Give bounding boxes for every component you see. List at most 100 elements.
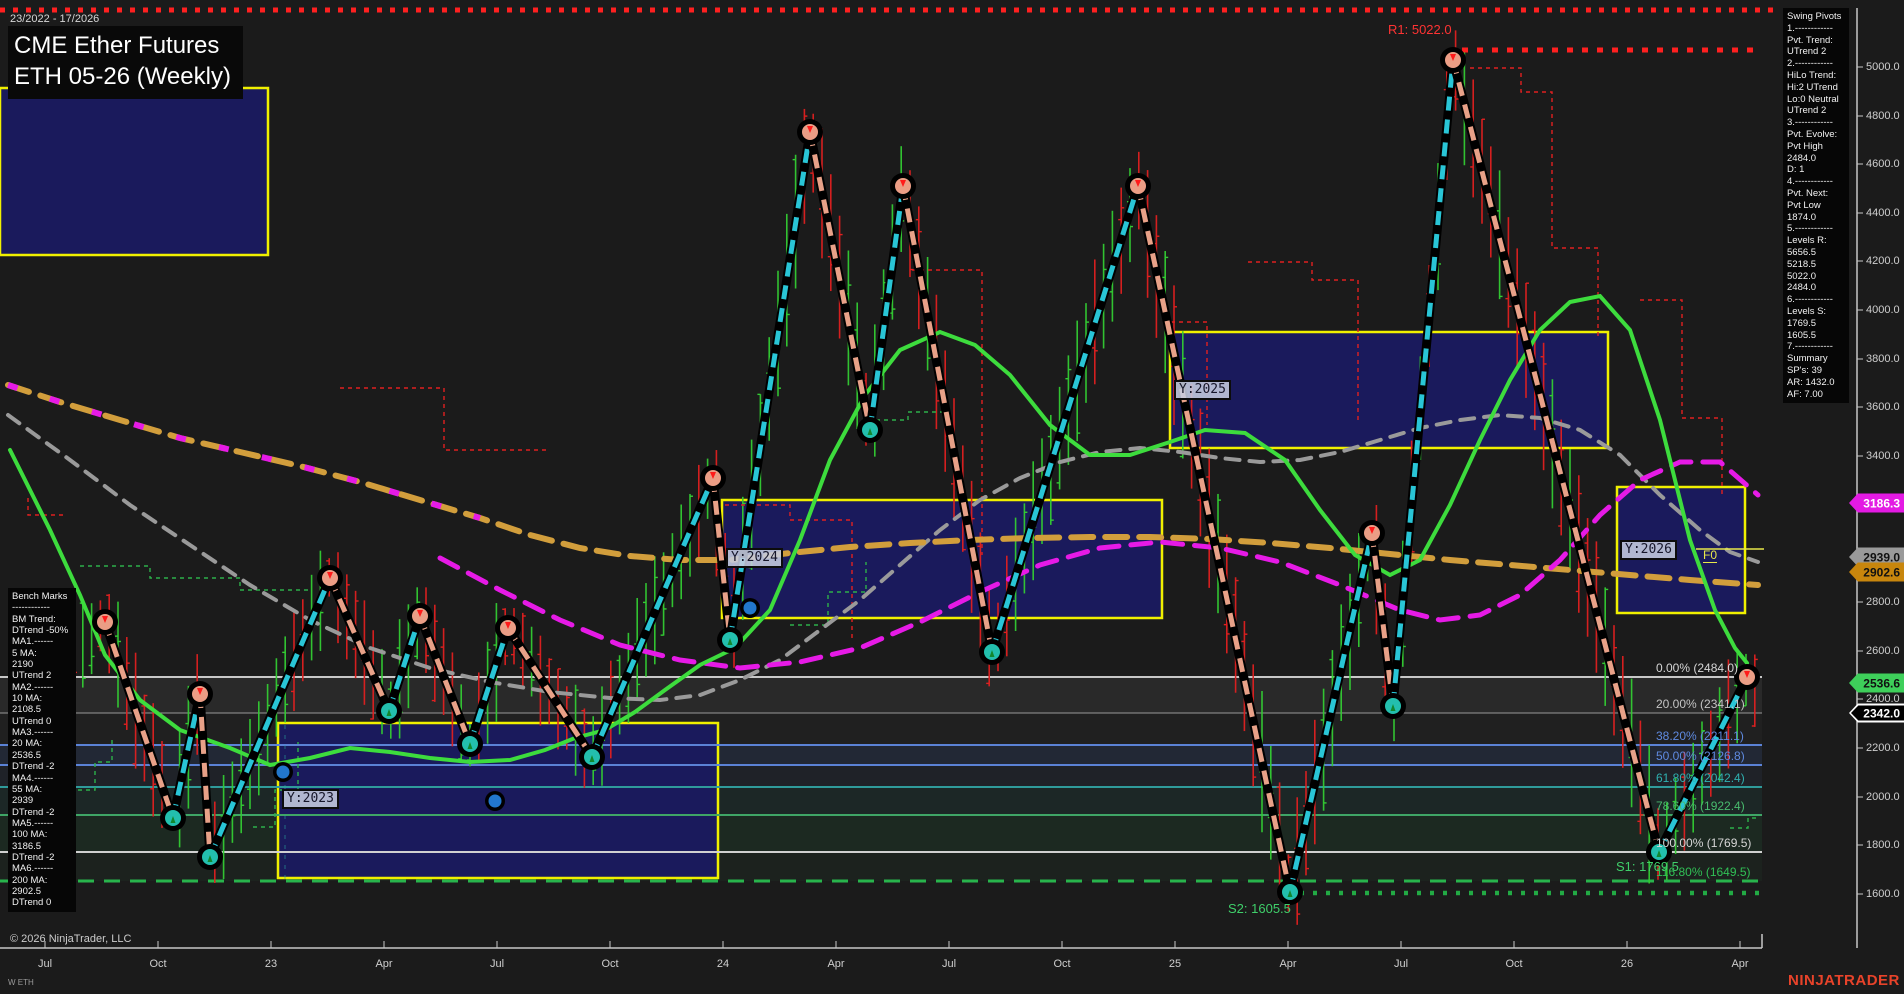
- year-box-label[interactable]: Y:2023: [282, 789, 339, 809]
- x-axis-label[interactable]: Apr: [375, 958, 392, 970]
- stop-step-line-green: [868, 412, 942, 420]
- y-axis-label[interactable]: 4000.0: [1866, 304, 1900, 316]
- bench-marks-line: 5 MA:: [12, 648, 72, 659]
- bench-marks-line: 20 MA:: [12, 738, 72, 749]
- y-axis-label[interactable]: 2200.0: [1866, 742, 1900, 754]
- bench-marks-line: DTrend -2: [12, 852, 72, 863]
- swing-pivots-line: D: 1: [1787, 164, 1845, 176]
- y-axis-label[interactable]: 4800.0: [1866, 110, 1900, 122]
- bench-marks-line: DTrend -2: [12, 807, 72, 818]
- year-box-label[interactable]: Y:2024: [726, 548, 783, 568]
- bench-marks-line: 200 MA:: [12, 875, 72, 886]
- y-axis-label[interactable]: 3400.0: [1866, 450, 1900, 462]
- swing-pivots-line: Pvt High: [1787, 141, 1845, 153]
- y-axis-label[interactable]: 2400.0: [1866, 693, 1900, 705]
- price-chart-canvas[interactable]: [0, 0, 1904, 994]
- y-axis-label[interactable]: 3600.0: [1866, 401, 1900, 413]
- swing-pivots-line: HiLo Trend:: [1787, 70, 1845, 82]
- x-axis-label[interactable]: Oct: [1505, 958, 1522, 970]
- bench-marks-line: MA5.------: [12, 818, 72, 829]
- year-range-box[interactable]: [0, 88, 268, 255]
- year-box-label[interactable]: Y:2025: [1174, 380, 1231, 400]
- year-box-label[interactable]: Y:2026: [1620, 540, 1677, 560]
- y-axis-label[interactable]: 4400.0: [1866, 207, 1900, 219]
- swing-pivots-line: 1605.5: [1787, 330, 1845, 342]
- s2-support-label: S2: 1605.5: [1228, 901, 1291, 916]
- x-axis-label[interactable]: 26: [1621, 958, 1633, 970]
- x-axis-label[interactable]: Oct: [601, 958, 618, 970]
- fib-band: [0, 765, 1762, 787]
- swing-pivots-line: Levels R:: [1787, 235, 1845, 247]
- swing-pivots-line: Pvt. Evolve:: [1787, 129, 1845, 141]
- y-axis-label[interactable]: 3800.0: [1866, 353, 1900, 365]
- price-badge-value: 3186.3: [1849, 494, 1904, 513]
- fib-level-label: 38.20% (2211.1): [1656, 729, 1744, 743]
- x-axis-label[interactable]: Jul: [1394, 958, 1408, 970]
- swing-pivots-line: Hi:2 UTrend: [1787, 82, 1845, 94]
- year-range-box[interactable]: [722, 500, 1162, 618]
- swing-pivots-line: AF: 7.00: [1787, 389, 1845, 401]
- bench-marks-line: BM Trend:: [12, 614, 72, 625]
- x-axis-label[interactable]: Apr: [1279, 958, 1296, 970]
- series-watermark: W ETH: [8, 978, 34, 987]
- copyright-text: © 2026 NinjaTrader, LLC: [10, 933, 131, 945]
- swing-pivots-line: Summary: [1787, 353, 1845, 365]
- f0-label: F0: [1703, 548, 1717, 563]
- fib-level-label: 50.00% (2126.8): [1656, 749, 1745, 763]
- swing-pivots-line: Levels S:: [1787, 306, 1845, 318]
- zigzag-up-leg: [870, 186, 903, 430]
- x-axis-label[interactable]: Oct: [1053, 958, 1070, 970]
- fib-level-label: 61.80% (2042.4): [1656, 771, 1745, 785]
- swing-pivots-line: Pvt. Next:: [1787, 188, 1845, 200]
- y-axis-label[interactable]: 1600.0: [1866, 888, 1900, 900]
- bench-marks-line: UTrend 2: [12, 670, 72, 681]
- ninjatrader-chart-window: 23/2022 - 17/2026 CME Ether Futures ETH …: [0, 0, 1904, 994]
- x-axis-label[interactable]: 24: [717, 958, 729, 970]
- x-axis-label[interactable]: Oct: [149, 958, 166, 970]
- swing-pivots-panel: Swing Pivots1.------------Pvt. Trend:UTr…: [1783, 8, 1849, 403]
- y-axis-label[interactable]: 2800.0: [1866, 596, 1900, 608]
- fib-band: [0, 787, 1762, 815]
- bench-marks-line: DTrend 0: [12, 897, 72, 908]
- zigzag-down-leg: [810, 132, 870, 430]
- y-axis-label[interactable]: 1800.0: [1866, 839, 1900, 851]
- bench-marks-line: 2536.5: [12, 750, 72, 761]
- swing-pivots-line: 5.------------: [1787, 223, 1845, 235]
- x-axis-label[interactable]: Apr: [827, 958, 844, 970]
- bench-marks-line: DTrend -50%: [12, 625, 72, 636]
- stop-step-line-red: [340, 388, 548, 450]
- x-axis-label[interactable]: Jul: [942, 958, 956, 970]
- bench-marks-line: MA6.------: [12, 863, 72, 874]
- bench-marks-line: 2108.5: [12, 704, 72, 715]
- swing-pivots-line: 6.------------: [1787, 294, 1845, 306]
- y-axis-label[interactable]: 4600.0: [1866, 158, 1900, 170]
- bench-marks-line: Bench Marks: [12, 591, 72, 602]
- bench-marks-line: 2190: [12, 659, 72, 670]
- x-axis-label[interactable]: 25: [1169, 958, 1181, 970]
- swing-pivots-line: 2484.0: [1787, 153, 1845, 165]
- swing-pivots-line: Swing Pivots: [1787, 11, 1845, 23]
- date-range: 23/2022 - 17/2026: [10, 13, 99, 25]
- x-axis-label[interactable]: 23: [265, 958, 277, 970]
- x-axis-label[interactable]: Apr: [1731, 958, 1748, 970]
- swing-pivots-line: 2.------------: [1787, 58, 1845, 70]
- bench-marks-line: UTrend 0: [12, 716, 72, 727]
- x-axis-label[interactable]: Jul: [38, 958, 52, 970]
- swing-pivots-line: Pvt. Trend:: [1787, 35, 1845, 47]
- fib-level-label: 78.60% (1922.4): [1656, 799, 1745, 813]
- bench-marks-line: 2902.5: [12, 886, 72, 897]
- x-axis-label[interactable]: Jul: [490, 958, 504, 970]
- bench-marks-panel: Bench Marks------------BM Trend:DTrend -…: [8, 588, 76, 912]
- swing-pivots-line: 1769.5: [1787, 318, 1845, 330]
- bench-marks-line: ------------: [12, 602, 72, 613]
- fib-band: [0, 677, 1762, 713]
- swing-pivots-line: 3.------------: [1787, 117, 1845, 129]
- fib-band: [0, 852, 1762, 881]
- fib-level-label: 116.80% (1649.5): [1656, 865, 1751, 879]
- y-axis-label[interactable]: 2600.0: [1866, 645, 1900, 657]
- price-badge: 2342.0: [1849, 704, 1904, 723]
- y-axis-label[interactable]: 2000.0: [1866, 791, 1900, 803]
- y-axis-label[interactable]: 4200.0: [1866, 255, 1900, 267]
- y-axis-label[interactable]: 5000.0: [1866, 61, 1900, 73]
- price-badge: 3186.3: [1849, 494, 1904, 513]
